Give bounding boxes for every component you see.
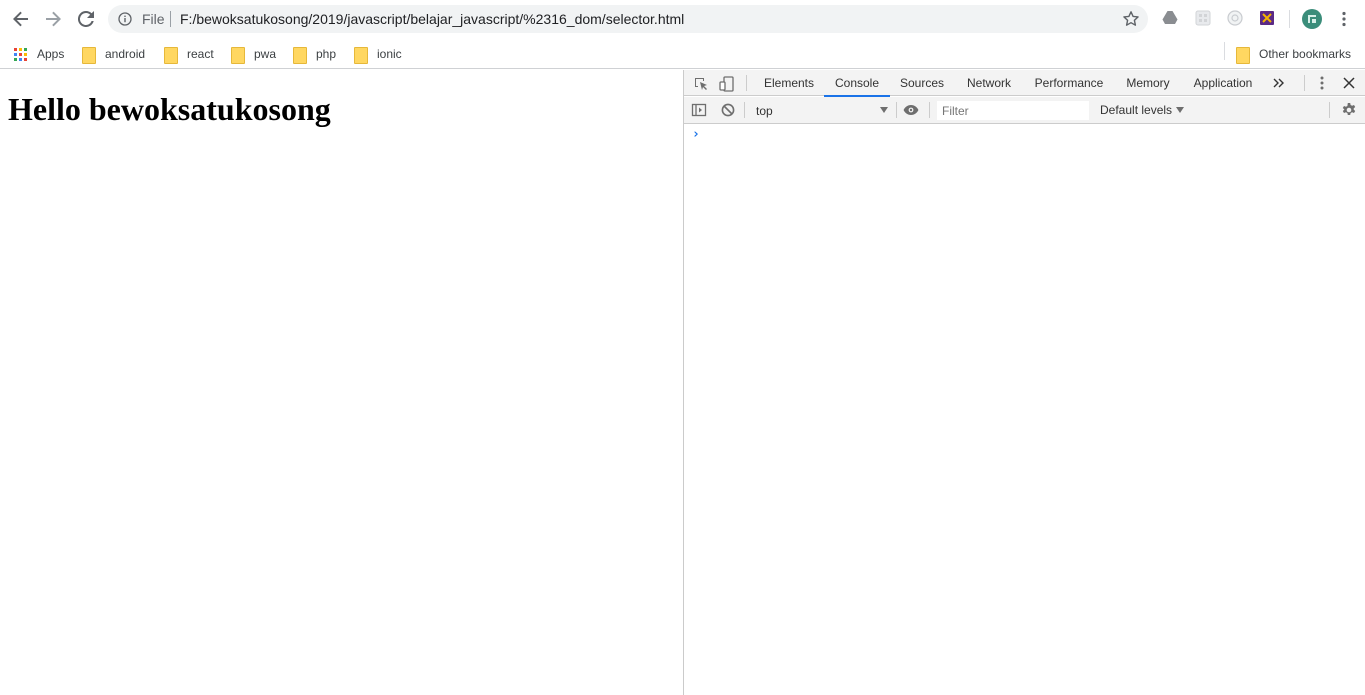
more-tabs-button[interactable] <box>1270 74 1288 92</box>
bookmark-apps-label: Apps <box>37 47 65 61</box>
toolbar-divider <box>1289 10 1290 28</box>
dropdown-arrow-icon <box>1176 107 1185 113</box>
device-toolbar-button[interactable] <box>718 75 736 93</box>
info-icon[interactable] <box>118 12 132 26</box>
bookmark-other[interactable]: Other bookmarks <box>1236 44 1351 64</box>
console-prompt[interactable]: › <box>692 127 700 142</box>
console-filter-input[interactable] <box>937 101 1089 120</box>
close-devtools-button[interactable] <box>1340 74 1358 92</box>
address-bar[interactable]: File F:/bewoksatukosong/2019/javascript/… <box>108 5 1148 33</box>
more-vert-icon <box>1342 11 1346 27</box>
bookmark-other-label: Other bookmarks <box>1259 47 1352 61</box>
log-levels-dropdown[interactable]: Default levels <box>1100 103 1185 117</box>
dropdown-arrow-icon <box>880 107 888 113</box>
tab-bar-divider <box>746 75 747 91</box>
bookmark-folder-label: php <box>316 47 337 61</box>
folder-icon <box>354 46 368 64</box>
eye-icon <box>903 105 919 115</box>
folder-icon <box>164 46 178 64</box>
folder-icon <box>1236 46 1250 64</box>
close-icon <box>1343 77 1355 89</box>
bookmark-folder-android[interactable]: android <box>82 44 145 64</box>
console-bar-divider <box>744 102 745 118</box>
clear-console-button[interactable] <box>719 101 737 119</box>
show-sidebar-button[interactable] <box>690 101 708 119</box>
bookmark-folder-pwa[interactable]: pwa <box>231 44 276 64</box>
folder-icon <box>293 46 307 64</box>
devtools-tab-bar: Elements Console Sources Network Perform… <box>684 70 1365 97</box>
tab-performance[interactable]: Performance <box>1028 70 1110 96</box>
context-value: top <box>756 104 773 118</box>
tab-sources[interactable]: Sources <box>892 70 952 96</box>
browser-menu-button[interactable] <box>1332 7 1356 31</box>
bookmark-folder-label: pwa <box>254 47 277 61</box>
double-chevron-right-icon <box>1273 78 1284 88</box>
tab-console[interactable]: Console <box>824 70 890 97</box>
block-icon <box>721 103 735 117</box>
log-levels-label: Default levels <box>1100 103 1173 117</box>
sidebar-toggle-icon <box>691 103 707 117</box>
console-output[interactable]: › <box>684 125 1365 695</box>
console-settings-button[interactable] <box>1340 101 1358 119</box>
bookmark-folder-php[interactable]: php <box>293 44 336 64</box>
tab-application[interactable]: Application <box>1186 70 1260 96</box>
bookmarks-bar: Apps android react pwa php ionic Other b… <box>0 38 1365 69</box>
bookmark-folder-ionic[interactable]: ionic <box>354 44 402 64</box>
forward-button[interactable] <box>41 7 65 31</box>
reload-button[interactable] <box>74 7 98 31</box>
console-toolbar: top Default levels <box>684 97 1365 124</box>
page-heading: Hello bewoksatukosong <box>8 91 331 127</box>
browser-toolbar: File F:/bewoksatukosong/2019/javascript/… <box>0 0 1365 38</box>
folder-icon <box>82 46 96 64</box>
url-text[interactable]: F:/bewoksatukosong/2019/javascript/belaj… <box>180 11 684 27</box>
extension-x-icon[interactable] <box>1259 10 1275 26</box>
folder-icon <box>231 46 245 64</box>
devtools-menu-button[interactable] <box>1313 74 1331 92</box>
drive-extension-icon[interactable] <box>1162 10 1178 26</box>
more-vert-icon <box>1320 76 1324 90</box>
bookmark-folder-label: ionic <box>377 47 402 61</box>
apps-grid-icon <box>14 47 27 61</box>
address-divider <box>170 11 171 27</box>
device-icon <box>719 76 734 92</box>
extension-grid-icon[interactable] <box>1195 10 1211 26</box>
scheme-label: File <box>142 11 165 27</box>
bookmark-folder-label: react <box>187 47 214 61</box>
console-bar-divider <box>929 102 930 118</box>
inspect-element-button[interactable] <box>692 75 710 93</box>
reload-icon <box>78 11 94 27</box>
bookmark-star-icon[interactable] <box>1122 10 1140 28</box>
bookmark-folder-label: android <box>105 47 146 61</box>
back-button[interactable] <box>9 7 33 31</box>
arrow-left-icon <box>13 11 28 27</box>
console-bar-divider <box>896 102 897 118</box>
extension-circle-icon[interactable] <box>1227 10 1243 26</box>
inspect-cursor-icon <box>695 78 707 90</box>
tab-network[interactable]: Network <box>958 70 1020 96</box>
bookmark-apps[interactable]: Apps <box>14 44 64 64</box>
profile-avatar-icon[interactable] <box>1302 9 1322 29</box>
tab-bar-divider <box>1304 75 1305 91</box>
tab-elements[interactable]: Elements <box>756 70 822 96</box>
devtools-panel: Elements Console Sources Network Perform… <box>684 70 1365 695</box>
arrow-right-icon <box>46 11 61 27</box>
gear-icon <box>1342 103 1356 115</box>
live-expression-button[interactable] <box>902 101 920 119</box>
context-selector[interactable]: top <box>752 101 890 120</box>
bookmark-folder-react[interactable]: react <box>164 44 214 64</box>
console-bar-divider <box>1329 102 1330 118</box>
bookmarks-divider <box>1224 42 1225 60</box>
page-viewport: Hello bewoksatukosong <box>0 70 683 695</box>
tab-memory[interactable]: Memory <box>1118 70 1178 96</box>
